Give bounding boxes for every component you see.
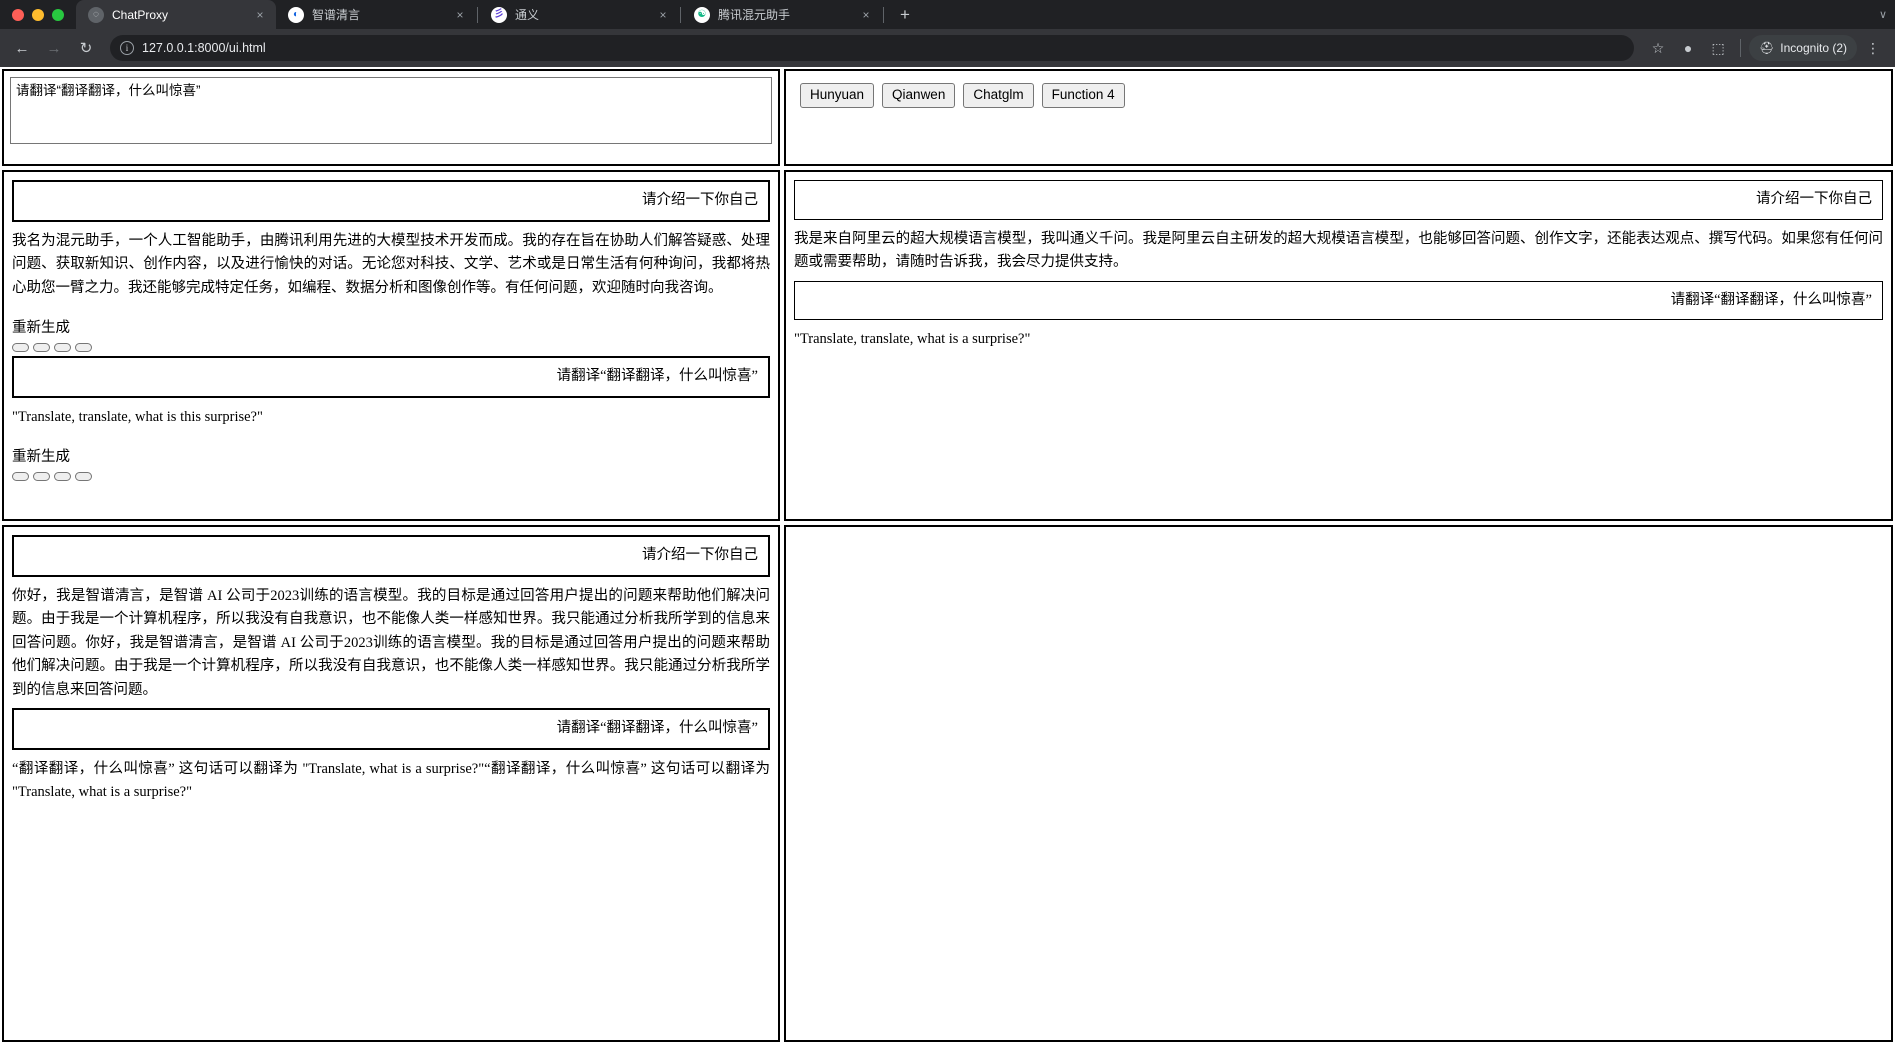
message-action-button[interactable]: [12, 472, 29, 481]
profile-icon[interactable]: ●: [1674, 34, 1702, 62]
assistant-message: "Translate, translate, what is this surp…: [12, 406, 770, 429]
browser-tab-chatproxy[interactable]: ◌ ChatProxy ×: [76, 0, 276, 29]
back-icon[interactable]: ←: [8, 34, 36, 62]
tab-title: 智谱清言: [312, 6, 444, 23]
chatglm-button[interactable]: Chatglm: [963, 83, 1033, 108]
close-window-button[interactable]: [12, 9, 24, 21]
tab-divider: [680, 7, 681, 23]
message-action-button[interactable]: [54, 343, 71, 352]
tab-title: 腾讯混元助手: [718, 6, 850, 23]
qianwen-button[interactable]: Qianwen: [882, 83, 955, 108]
extensions-icon[interactable]: ⬚: [1704, 34, 1732, 62]
close-icon[interactable]: ×: [452, 7, 468, 23]
function-4-button[interactable]: Function 4: [1042, 83, 1125, 108]
assistant-message: 你好，我是智谱清言，是智谱 AI 公司于2023训练的语言模型。我的目标是通过回…: [12, 585, 770, 702]
reload-icon[interactable]: ↻: [72, 34, 100, 62]
close-icon[interactable]: ×: [655, 7, 671, 23]
hunyuan-icon: ☯: [694, 7, 710, 23]
browser-tab-tongyi[interactable]: 彡 通义 ×: [479, 0, 679, 29]
prompt-input[interactable]: [10, 77, 772, 144]
message-action-button[interactable]: [75, 343, 92, 352]
site-info-icon[interactable]: i: [120, 41, 134, 55]
incognito-hat-icon: ⛑: [1759, 41, 1774, 55]
maximize-window-button[interactable]: [52, 9, 64, 21]
function4-panel: [784, 525, 1893, 1042]
message-action-button[interactable]: [33, 343, 50, 352]
message-action-button[interactable]: [54, 472, 71, 481]
hunyuan-button[interactable]: Hunyuan: [800, 83, 874, 108]
assistant-message: 我名为混元助手，一个人工智能助手，由腾讯利用先进的大模型技术开发而成。我的存在旨…: [12, 230, 770, 300]
user-message: 请翻译“翻译翻译，什么叫惊喜”: [12, 708, 770, 750]
regenerate-link[interactable]: 重新生成: [12, 316, 70, 337]
minimize-window-button[interactable]: [32, 9, 44, 21]
tab-list-overflow-button[interactable]: ∨: [1879, 0, 1895, 29]
regenerate-link[interactable]: 重新生成: [12, 445, 70, 466]
incognito-indicator[interactable]: ⛑ Incognito (2): [1749, 35, 1857, 61]
qianwen-chat-scroll[interactable]: 请介绍一下你自己 我是来自阿里云的超大规模语言模型，我叫通义千问。我是阿里云自主…: [786, 172, 1891, 519]
page-content: Hunyuan Qianwen Chatglm Function 4 请介绍一下…: [0, 67, 1895, 1044]
browser-toolbar: ← → ↻ i 127.0.0.1:8000/ui.html ☆ ● ⬚ ⛑ I…: [0, 29, 1895, 67]
hunyuan-panel: 请介绍一下你自己 我名为混元助手，一个人工智能助手，由腾讯利用先进的大模型技术开…: [2, 170, 780, 521]
browser-tab-hunyuan[interactable]: ☯ 腾讯混元助手 ×: [682, 0, 882, 29]
toolbar-divider: [1740, 39, 1741, 57]
message-action-button[interactable]: [12, 343, 29, 352]
incognito-label: Incognito (2): [1780, 41, 1847, 55]
chatglm-panel: 请介绍一下你自己 你好，我是智谱清言，是智谱 AI 公司于2023训练的语言模型…: [2, 525, 780, 1042]
message-action-buttons: [12, 472, 770, 481]
address-bar[interactable]: i 127.0.0.1:8000/ui.html: [110, 35, 1634, 61]
assistant-message: “翻译翻译，什么叫惊喜” 这句话可以翻译为 "Translate, what i…: [12, 758, 770, 805]
close-icon[interactable]: ×: [252, 7, 268, 23]
tab-title: 通义: [515, 6, 647, 23]
user-message: 请介绍一下你自己: [12, 535, 770, 577]
hunyuan-chat-scroll[interactable]: 请介绍一下你自己 我名为混元助手，一个人工智能助手，由腾讯利用先进的大模型技术开…: [4, 172, 778, 519]
user-message: 请翻译“翻译翻译，什么叫惊喜”: [12, 356, 770, 398]
close-icon[interactable]: ×: [858, 7, 874, 23]
zhipu-icon: ◐: [288, 7, 304, 23]
chrome-menu-icon[interactable]: ⋮: [1859, 34, 1887, 62]
tongyi-icon: 彡: [491, 7, 507, 23]
tab-title: ChatProxy: [112, 8, 244, 22]
globe-icon: ◌: [88, 7, 104, 23]
address-bar-url: 127.0.0.1:8000/ui.html: [142, 41, 266, 55]
assistant-message: 我是来自阿里云的超大规模语言模型，我叫通义千问。我是阿里云自主研发的超大规模语言…: [794, 228, 1883, 275]
qianwen-panel: 请介绍一下你自己 我是来自阿里云的超大规模语言模型，我叫通义千问。我是阿里云自主…: [784, 170, 1893, 521]
user-message: 请介绍一下你自己: [794, 180, 1883, 220]
chatglm-chat-scroll[interactable]: 请介绍一下你自己 你好，我是智谱清言，是智谱 AI 公司于2023训练的语言模型…: [4, 527, 778, 1040]
message-action-button[interactable]: [33, 472, 50, 481]
user-message: 请翻译“翻译翻译，什么叫惊喜”: [794, 281, 1883, 321]
window-traffic-lights: [8, 0, 76, 29]
user-message: 请介绍一下你自己: [12, 180, 770, 222]
assistant-message: "Translate, translate, what is a surpris…: [794, 328, 1883, 351]
browser-window: ◌ ChatProxy × ◐ 智谱清言 × 彡 通义 × ☯ 腾讯混元助手 ×…: [0, 0, 1895, 1044]
message-action-button[interactable]: [75, 472, 92, 481]
browser-tab-zhipu[interactable]: ◐ 智谱清言 ×: [276, 0, 476, 29]
tab-strip: ◌ ChatProxy × ◐ 智谱清言 × 彡 通义 × ☯ 腾讯混元助手 ×…: [0, 0, 1895, 29]
new-tab-button[interactable]: +: [891, 1, 919, 29]
prompt-input-cell: [2, 69, 780, 166]
function4-chat-scroll[interactable]: [786, 527, 1891, 1040]
message-action-buttons: [12, 343, 770, 352]
function-button-bar: Hunyuan Qianwen Chatglm Function 4: [784, 69, 1893, 166]
forward-icon[interactable]: →: [40, 34, 68, 62]
tab-divider: [883, 7, 884, 23]
tab-divider: [477, 7, 478, 23]
bookmark-star-icon[interactable]: ☆: [1644, 34, 1672, 62]
toolbar-actions: ☆ ● ⬚ ⛑ Incognito (2) ⋮: [1644, 34, 1887, 62]
app-grid: Hunyuan Qianwen Chatglm Function 4 请介绍一下…: [0, 67, 1895, 1044]
